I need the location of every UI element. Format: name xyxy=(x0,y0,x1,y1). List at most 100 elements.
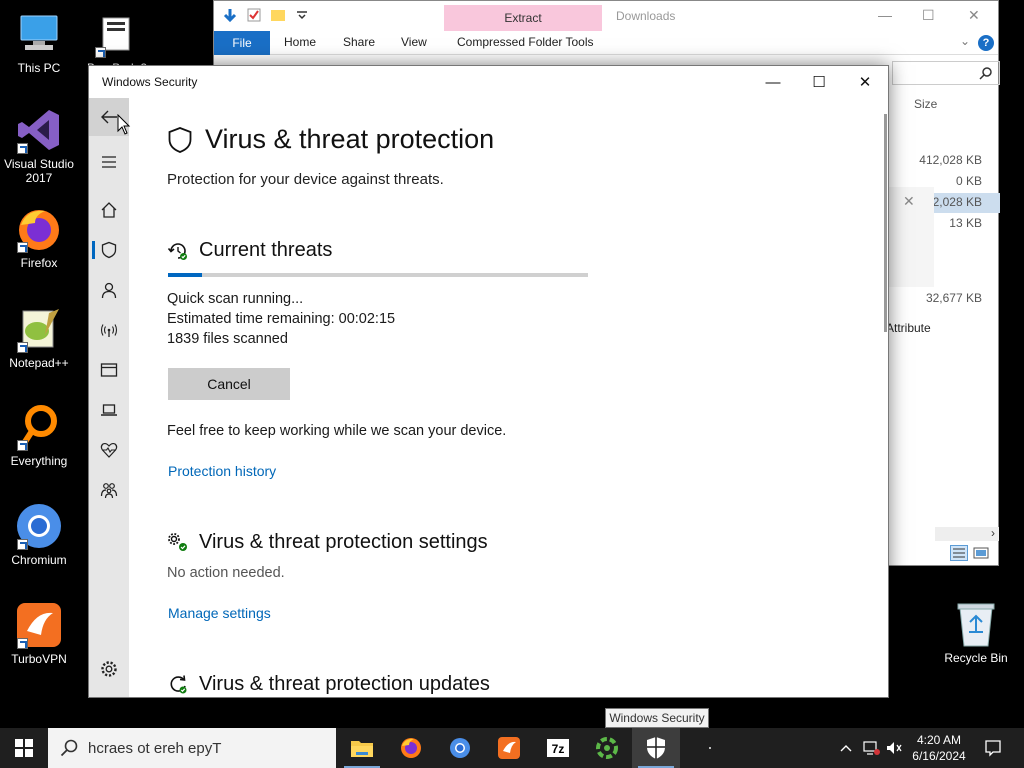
home-icon xyxy=(101,202,117,218)
scroll-right-icon[interactable]: › xyxy=(991,526,995,540)
sidebar-item-account-protection[interactable] xyxy=(89,271,129,309)
search-box[interactable] xyxy=(892,61,1000,85)
desktop-icon-turbovpn[interactable]: TurboVPN xyxy=(0,601,78,666)
taskbar-search-box[interactable]: hcraes ot ereh epyT xyxy=(48,728,336,768)
desktop-icon-notepadpp[interactable]: Notepad++ xyxy=(0,305,78,370)
shortcut-arrow-icon xyxy=(95,47,106,58)
properties-icon[interactable] xyxy=(246,7,262,23)
chevron-down-icon[interactable] xyxy=(294,7,310,23)
taskbar-tooltip: Windows Security xyxy=(605,708,709,728)
desktop-icon-firefox[interactable]: Firefox xyxy=(0,205,78,270)
taskbar-app-green-ring[interactable] xyxy=(583,728,631,768)
volume-muted-icon xyxy=(887,742,902,754)
menu-button[interactable] xyxy=(89,143,129,181)
minimize-button[interactable]: — xyxy=(878,7,892,23)
shortcut-arrow-icon xyxy=(17,638,28,649)
taskbar-app-windows-security[interactable] xyxy=(632,728,680,768)
page-title: Virus & threat protection xyxy=(205,124,495,154)
tray-network[interactable] xyxy=(860,728,882,768)
tab-compressed-folder-tools[interactable]: Compressed Folder Tools xyxy=(457,35,594,49)
firefox-icon xyxy=(401,738,421,758)
desktop-icon-this-pc[interactable]: This PC xyxy=(0,10,78,75)
taskbar-clock[interactable]: 4:20 AM 6/16/2024 xyxy=(904,732,974,764)
shield-icon xyxy=(101,241,117,259)
everything-icon xyxy=(15,403,63,451)
ribbon-context-tab-extract[interactable]: Extract xyxy=(444,5,602,31)
desktop: This PC Bru..Bud..2 Visual Studio 2017 F… xyxy=(0,0,1024,728)
column-header-attributes[interactable]: Attribute xyxy=(886,321,931,335)
explorer-title: Downloads xyxy=(616,9,676,23)
vertical-scrollbar[interactable] xyxy=(884,114,887,332)
scan-progress-bar xyxy=(168,273,588,277)
close-button[interactable]: ✕ xyxy=(968,7,980,24)
tab-file[interactable]: File xyxy=(214,31,270,55)
new-folder-icon[interactable] xyxy=(270,7,286,23)
down-arrow-icon[interactable] xyxy=(222,7,238,23)
close-button[interactable]: ✕ xyxy=(842,66,888,98)
sidebar-item-family-options[interactable] xyxy=(89,471,129,509)
tab-home[interactable]: Home xyxy=(284,35,316,49)
desktop-icon-visual-studio[interactable]: Visual Studio 2017 xyxy=(0,106,78,185)
view-switcher xyxy=(950,545,990,561)
sidebar-item-firewall[interactable] xyxy=(89,311,129,349)
desktop-icon-label: Everything xyxy=(10,454,68,468)
notification-icon xyxy=(985,740,1001,757)
help-icon[interactable]: ? xyxy=(978,35,994,51)
desktop-icon-label: Firefox xyxy=(20,256,58,270)
computer-icon xyxy=(15,10,63,58)
turbovpn-icon xyxy=(15,601,63,649)
shortcut-arrow-icon xyxy=(17,342,28,353)
sidebar-item-device-health[interactable] xyxy=(89,431,129,469)
tab-share[interactable]: Share xyxy=(343,35,375,49)
taskbar-app-7zip[interactable]: 7z xyxy=(534,728,582,768)
cancel-button[interactable]: Cancel xyxy=(168,368,290,400)
taskbar-app-firefox[interactable] xyxy=(387,728,435,768)
explorer-ribbon: File Home Share View Compressed Folder T… xyxy=(214,31,998,55)
shortcut-arrow-icon xyxy=(17,242,28,253)
scan-status: Quick scan running... xyxy=(167,291,304,307)
tab-view[interactable]: View xyxy=(401,35,427,49)
visual-studio-icon xyxy=(15,106,63,154)
scan-files-scanned: 1839 files scanned xyxy=(167,331,288,347)
tray-show-hidden-icons[interactable] xyxy=(836,728,856,768)
window-titlebar[interactable]: Windows Security — ☐ ✕ xyxy=(89,66,888,98)
column-header-size[interactable]: Size xyxy=(914,97,937,111)
current-threats-header: Current threats xyxy=(167,239,332,262)
windows-security-shield-icon xyxy=(647,737,665,759)
horizontal-scrollbar[interactable]: › xyxy=(935,526,999,541)
close-icon[interactable]: ✕ xyxy=(903,193,915,210)
page-subtitle: Protection for your device against threa… xyxy=(167,171,444,188)
sidebar-item-device-security[interactable] xyxy=(89,391,129,429)
sidebar-item-virus-protection[interactable] xyxy=(89,231,129,269)
taskbar-app-chromium[interactable] xyxy=(436,728,484,768)
tray-dot xyxy=(700,728,720,768)
sidebar-item-home[interactable] xyxy=(89,191,129,229)
chromium-icon xyxy=(15,502,63,550)
taskbar-app-file-explorer[interactable] xyxy=(338,728,386,768)
scan-time-remaining: Estimated time remaining: 00:02:15 xyxy=(167,311,396,327)
tray-volume[interactable] xyxy=(884,728,904,768)
maximize-button[interactable]: ☐ xyxy=(922,7,935,24)
desktop-icon-everything[interactable]: Everything xyxy=(0,403,78,468)
heart-pulse-icon xyxy=(100,442,118,458)
sidebar-item-settings[interactable] xyxy=(89,650,129,688)
large-icons-view-icon[interactable] xyxy=(972,545,990,561)
details-view-icon[interactable] xyxy=(950,545,968,561)
scan-history-icon xyxy=(167,242,187,260)
protection-history-link[interactable]: Protection history xyxy=(168,463,276,479)
section-heading: Virus & threat protection updates xyxy=(199,673,490,695)
sidebar-item-app-browser-control[interactable] xyxy=(89,351,129,389)
windows-security-window[interactable]: Windows Security — ☐ ✕ Virus & threat pr… xyxy=(88,65,889,698)
minimize-button[interactable]: — xyxy=(750,66,796,98)
maximize-button[interactable]: ☐ xyxy=(796,66,842,98)
desktop-icon-chromium[interactable]: Chromium xyxy=(0,502,78,567)
window-title: Windows Security xyxy=(102,75,198,89)
folder-icon xyxy=(351,741,373,757)
desktop-icon-recycle-bin[interactable]: Recycle Bin xyxy=(940,600,1012,665)
action-center-button[interactable] xyxy=(978,728,1008,768)
ribbon-expand-chevron-icon[interactable]: ⌄ xyxy=(960,34,970,48)
start-button[interactable] xyxy=(0,728,48,768)
manage-settings-link[interactable]: Manage settings xyxy=(168,605,271,621)
7zip-icon: 7z xyxy=(547,739,569,757)
taskbar-app-turbovpn[interactable] xyxy=(485,728,533,768)
